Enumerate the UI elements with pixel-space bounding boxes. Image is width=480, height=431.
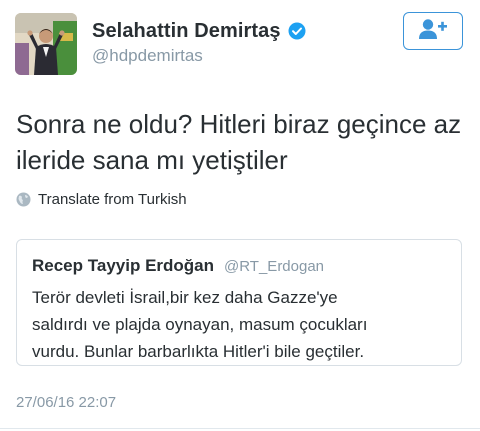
divider bbox=[0, 428, 480, 429]
translate-link[interactable]: Translate from Turkish bbox=[16, 191, 187, 208]
tweet-text: Sonra ne oldu? Hitleri biraz geçince az … bbox=[16, 106, 471, 178]
tweet-text-line: Sonra ne oldu? Hitleri biraz geçince az bbox=[16, 109, 462, 139]
add-user-icon bbox=[418, 18, 448, 45]
profile-photo bbox=[15, 13, 77, 75]
avatar[interactable] bbox=[15, 13, 77, 75]
quoted-text-line: Terör devleti İsrail,bir kez daha Gazze'… bbox=[32, 288, 338, 307]
quoted-tweet-header: Recep Tayyip Erdoğan @RT_Erdogan bbox=[32, 256, 324, 276]
follow-button[interactable] bbox=[403, 12, 463, 50]
translate-label: Translate from Turkish bbox=[38, 191, 187, 208]
author-handle[interactable]: @hdpdemirtas bbox=[92, 46, 203, 66]
quoted-text-line: saldırdı ve plajda oynayan, masum çocukl… bbox=[32, 315, 368, 334]
verified-badge-icon bbox=[288, 22, 306, 40]
quoted-display-name: Recep Tayyip Erdoğan bbox=[32, 256, 215, 275]
tweet-timestamp[interactable]: 27/06/16 22:07 bbox=[16, 394, 116, 411]
tweet-text-line: ileride sana mı yetiştiler bbox=[16, 145, 288, 175]
quoted-tweet[interactable]: Recep Tayyip Erdoğan @RT_Erdogan Terör d… bbox=[16, 239, 462, 366]
quoted-handle: @RT_Erdogan bbox=[224, 258, 325, 275]
author-display-name[interactable]: Selahattin Demirtaş bbox=[92, 20, 281, 43]
globe-icon bbox=[16, 192, 31, 207]
author-name-row: Selahattin Demirtaş bbox=[92, 17, 306, 45]
quoted-tweet-text: Terör devleti İsrail,bir kez daha Gazze'… bbox=[32, 284, 457, 365]
quoted-text-line: vurdu. Bunlar barbarlıkta Hitler'i bile … bbox=[32, 342, 365, 361]
